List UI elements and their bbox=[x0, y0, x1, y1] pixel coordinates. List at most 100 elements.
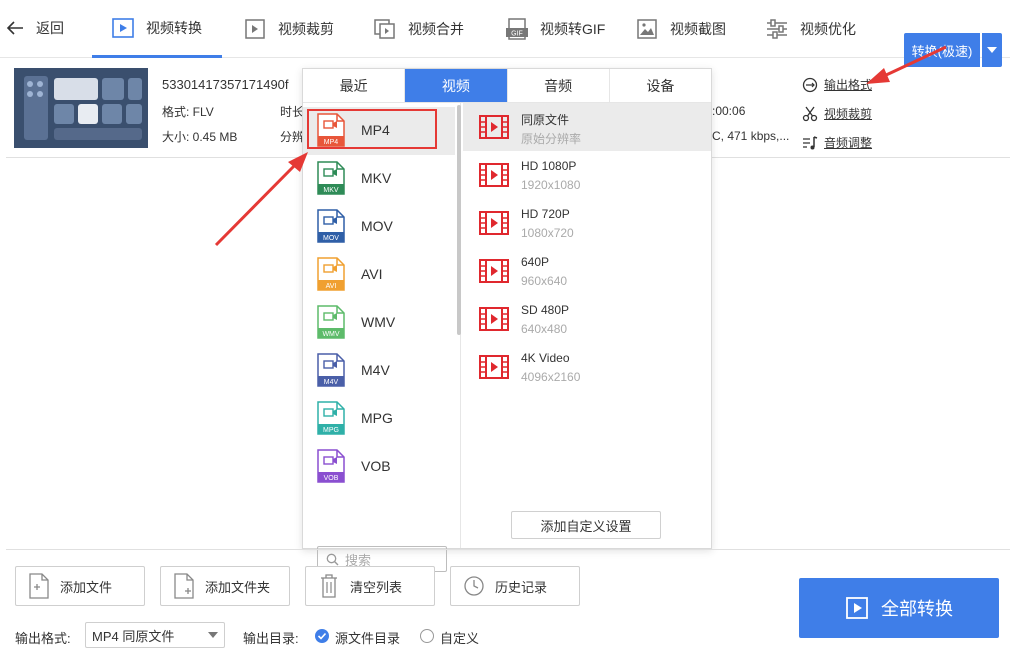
add-file-label: 添加文件 bbox=[60, 579, 113, 595]
file-name: 53301417357171490f bbox=[162, 77, 289, 92]
file-format-icon: M4V bbox=[317, 353, 345, 387]
add-folder-button[interactable]: 添加文件夹 bbox=[160, 566, 290, 606]
svg-text:GIF: GIF bbox=[511, 31, 523, 38]
video-thumbnail[interactable] bbox=[14, 68, 148, 148]
audio-adjust-link[interactable]: 音频调整 bbox=[802, 134, 872, 151]
format-item-mp4[interactable]: MP4 MP4 bbox=[303, 107, 455, 155]
file-format-tag: MOV bbox=[323, 235, 339, 242]
resolution-item[interactable]: 640P 960x640 bbox=[463, 247, 711, 295]
file-format-icon: VOB bbox=[317, 449, 345, 483]
clear-list-button[interactable]: 清空列表 bbox=[305, 566, 435, 606]
file-format-tag: VOB bbox=[324, 475, 339, 482]
file-format-tag: AVI bbox=[326, 283, 337, 290]
history-label: 历史记录 bbox=[495, 579, 548, 595]
film-icon bbox=[479, 211, 509, 235]
file-format-icon: MOV bbox=[317, 209, 345, 243]
film-icon bbox=[479, 163, 509, 187]
output-format-label: 输出格式: bbox=[15, 631, 71, 646]
video-crop-icon bbox=[242, 17, 268, 41]
format-item-label: AVI bbox=[361, 266, 383, 282]
video-crop-link-label: 视频裁剪 bbox=[824, 107, 873, 121]
file-duration-label: 时长 bbox=[280, 105, 305, 119]
tab-video-merge[interactable]: 视频合并 bbox=[372, 0, 464, 58]
format-list-scrollbar[interactable] bbox=[457, 105, 461, 335]
resolution-title: HD 720P bbox=[521, 207, 570, 221]
convert-fast-button[interactable]: 转换(极速) bbox=[904, 33, 980, 67]
history-button[interactable]: 历史记录 bbox=[450, 566, 580, 606]
film-icon bbox=[479, 259, 509, 283]
back-label: 返回 bbox=[36, 20, 64, 36]
tab-device[interactable]: 设备 bbox=[610, 69, 711, 102]
arrow-to-mp4 bbox=[214, 152, 308, 247]
format-item-m4v[interactable]: M4V M4V bbox=[303, 347, 455, 395]
format-list: 搜索 MP4 MP4 MKV MKV MOV MOV AVI AVI WMV WMV M4V M4V M… bbox=[303, 103, 461, 572]
resolution-item[interactable]: SD 480P 640x480 bbox=[463, 295, 711, 343]
scissors-icon bbox=[802, 106, 818, 121]
tab-label: 视频合并 bbox=[408, 21, 464, 37]
format-item-mkv[interactable]: MKV MKV bbox=[303, 155, 455, 203]
tab-label: 视频截图 bbox=[670, 21, 726, 37]
video-merge-icon bbox=[372, 17, 398, 41]
format-icon bbox=[802, 77, 818, 92]
convert-all-button[interactable]: 全部转换 bbox=[799, 578, 999, 638]
format-item-label: WMV bbox=[361, 314, 396, 330]
output-format-link[interactable]: 输出格式 bbox=[802, 76, 872, 93]
resolution-size: 1920x1080 bbox=[521, 178, 581, 192]
resolution-item[interactable]: HD 720P 1080x720 bbox=[463, 199, 711, 247]
resolution-item[interactable]: HD 1080P 1920x1080 bbox=[463, 151, 711, 199]
film-icon bbox=[479, 355, 509, 379]
format-item-label: MOV bbox=[361, 218, 393, 234]
file-format-icon: AVI bbox=[317, 257, 345, 291]
resolution-item[interactable]: 同原文件 原始分辨率 bbox=[463, 103, 711, 151]
arrow-left-icon bbox=[6, 21, 23, 35]
add-folder-icon bbox=[174, 573, 194, 599]
file-format-tag: WMV bbox=[322, 331, 339, 338]
optimize-icon bbox=[764, 17, 790, 41]
format-item-label: MKV bbox=[361, 170, 392, 186]
format-item-wmv[interactable]: WMV WMV bbox=[303, 299, 455, 347]
file-duration-value: :00:06 bbox=[712, 104, 746, 118]
tab-video-crop[interactable]: 视频裁剪 bbox=[242, 0, 334, 58]
tab-video-to-gif[interactable]: GIF 视频转GIF bbox=[504, 0, 605, 58]
tab-recent[interactable]: 最近 bbox=[303, 69, 406, 102]
resolution-size: 1080x720 bbox=[521, 226, 574, 240]
tab-video[interactable]: 视频 bbox=[405, 69, 508, 102]
add-file-button[interactable]: 添加文件 bbox=[15, 566, 145, 606]
add-custom-settings-button[interactable]: 添加自定义设置 bbox=[511, 511, 661, 539]
tab-label: 视频裁剪 bbox=[278, 21, 334, 37]
radio-source-dir[interactable] bbox=[315, 629, 329, 643]
file-format-icon: MPG bbox=[317, 401, 345, 435]
top-nav-bar: 返回 视频转换 视频裁剪 视频合并 GIF 视频转GIF 视频截图 视频优化 bbox=[0, 0, 1010, 58]
file-format-tag: MPG bbox=[323, 427, 339, 434]
file-format-icon: WMV bbox=[317, 305, 345, 339]
format-item-mpg[interactable]: MPG MPG bbox=[303, 395, 455, 443]
tab-video-screenshot[interactable]: 视频截图 bbox=[634, 0, 726, 58]
output-format-link-label: 输出格式 bbox=[824, 78, 873, 92]
output-format-select[interactable]: MP4 同原文件 bbox=[85, 622, 225, 648]
add-folder-label: 添加文件夹 bbox=[205, 579, 271, 595]
format-item-vob[interactable]: VOB VOB bbox=[303, 443, 455, 491]
clock-icon bbox=[464, 576, 484, 596]
format-dropdown-panel: 最近 视频 音频 设备 搜索 MP4 MP4 MKV MKV MOV MOV AVI AVI W… bbox=[302, 68, 712, 572]
caret-down-icon bbox=[987, 47, 997, 53]
music-note-icon bbox=[803, 135, 818, 149]
resolution-size: 4096x2160 bbox=[521, 370, 581, 384]
tab-video-optimize[interactable]: 视频优化 bbox=[764, 0, 856, 58]
tab-audio[interactable]: 音频 bbox=[508, 69, 610, 102]
video-crop-link[interactable]: 视频裁剪 bbox=[802, 105, 872, 122]
file-format-icon: MKV bbox=[317, 161, 345, 195]
format-item-label: VOB bbox=[361, 458, 391, 474]
convert-dropdown-button[interactable] bbox=[982, 33, 1002, 67]
resolution-item[interactable]: 4K Video 4096x2160 bbox=[463, 343, 711, 391]
resolution-size: 960x640 bbox=[521, 274, 568, 288]
play-box-icon bbox=[846, 597, 868, 619]
radio-custom-dir[interactable] bbox=[420, 629, 434, 643]
trash-icon bbox=[321, 574, 337, 598]
file-format: 格式: FLV bbox=[162, 105, 214, 119]
resolution-title: 640P bbox=[521, 255, 550, 269]
back-button[interactable]: 返回 bbox=[6, 18, 64, 38]
resolution-size: 原始分辨率 bbox=[521, 132, 582, 146]
tab-video-convert[interactable]: 视频转换 bbox=[92, 0, 222, 58]
format-item-mov[interactable]: MOV MOV bbox=[303, 203, 455, 251]
format-item-avi[interactable]: AVI AVI bbox=[303, 251, 455, 299]
